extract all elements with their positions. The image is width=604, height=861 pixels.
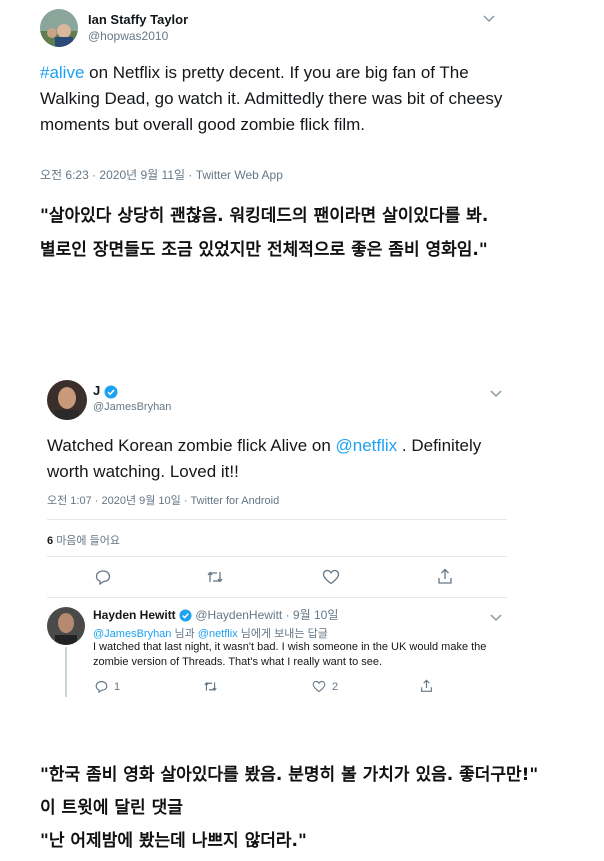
like-action[interactable]: 2: [312, 680, 338, 693]
author-handle[interactable]: @JamesBryhan: [93, 401, 171, 413]
tweet-body: Watched Korean zombie flick Alive on: [47, 436, 336, 455]
hashtag-link[interactable]: #alive: [40, 63, 84, 82]
author-name[interactable]: J: [93, 383, 100, 398]
replying-to: @JamesBryhan 님과 @netflix 님에게 보내는 답글: [93, 625, 328, 641]
likes-label: 마음에 들어요: [56, 535, 120, 547]
reply-text: I watched that last night, it wasn't bad…: [93, 641, 487, 668]
mention-link[interactable]: @netflix: [198, 628, 238, 640]
chevron-down-icon[interactable]: [490, 609, 502, 625]
mention-link[interactable]: @JamesBryhan: [93, 628, 171, 640]
tweet-text: Watched Korean zombie flick Alive on @ne…: [47, 433, 487, 485]
replying-to-text: 님에게 보내는 답글: [237, 628, 328, 640]
tweet-meta[interactable]: 오전 1:07 · 2020년 9월 10일 · Twitter for And…: [47, 492, 279, 508]
reply-thread-line: [65, 647, 67, 697]
caption-line: "한국 좀비 영화 살아있다를 봤음. 분명히 볼 가치가 있음. 좋더구만!": [40, 765, 539, 785]
likes-summary[interactable]: 6 마음에 들어요: [47, 532, 120, 548]
verified-badge-icon: [179, 609, 192, 622]
avatar-ian[interactable]: [40, 9, 78, 47]
mention-link[interactable]: @netflix: [336, 436, 398, 455]
divider: [47, 519, 507, 520]
retweet-icon[interactable]: [203, 680, 218, 698]
author-handle[interactable]: @hopwas2010: [88, 29, 168, 43]
share-icon[interactable]: [437, 568, 453, 590]
likes-count: 6: [47, 535, 54, 547]
tweet-body: on Netflix is pretty decent. If you are …: [40, 63, 503, 134]
like-icon[interactable]: [322, 569, 340, 590]
divider: [47, 597, 507, 598]
tweet-meta[interactable]: 오전 6:23 · 2020년 9월 11일 · Twitter Web App: [40, 166, 283, 183]
reply-action[interactable]: 1: [95, 680, 120, 693]
verified-badge-icon: [104, 385, 118, 399]
caption-line: "살아있다 상당히 괜찮음. 워킹데드의 팬이라면 살이있다를 봐.: [40, 206, 489, 226]
chevron-down-icon[interactable]: [483, 10, 495, 26]
like-icon[interactable]: [312, 680, 326, 693]
caption-line: "난 어제밤에 봤는데 나쁘지 않더라.": [40, 831, 307, 851]
caption-line: 이 트윗에 달린 댓글: [40, 798, 183, 818]
share-icon[interactable]: [420, 679, 433, 698]
divider: [47, 556, 507, 557]
caption-line: 별로인 장면들도 조금 있었지만 전체적으로 좋은 좀비 영화임.": [40, 240, 488, 260]
avatar-j[interactable]: [47, 380, 87, 420]
reply-count: 1: [114, 680, 121, 693]
tweet-text: #alive on Netflix is pretty decent. If y…: [40, 60, 510, 138]
avatar-hayden[interactable]: [47, 607, 85, 645]
author-name[interactable]: Ian Staffy Taylor: [88, 12, 188, 27]
replying-to-text: 님과: [171, 628, 198, 640]
author-handle-time[interactable]: @HaydenHewitt · 9월 10일: [195, 608, 338, 622]
like-count: 2: [332, 680, 339, 693]
reply-icon[interactable]: [95, 569, 111, 590]
author-name[interactable]: Hayden Hewitt: [93, 608, 176, 622]
retweet-icon[interactable]: [206, 569, 224, 590]
chevron-down-icon[interactable]: [490, 385, 502, 401]
reply-icon[interactable]: [95, 680, 108, 693]
